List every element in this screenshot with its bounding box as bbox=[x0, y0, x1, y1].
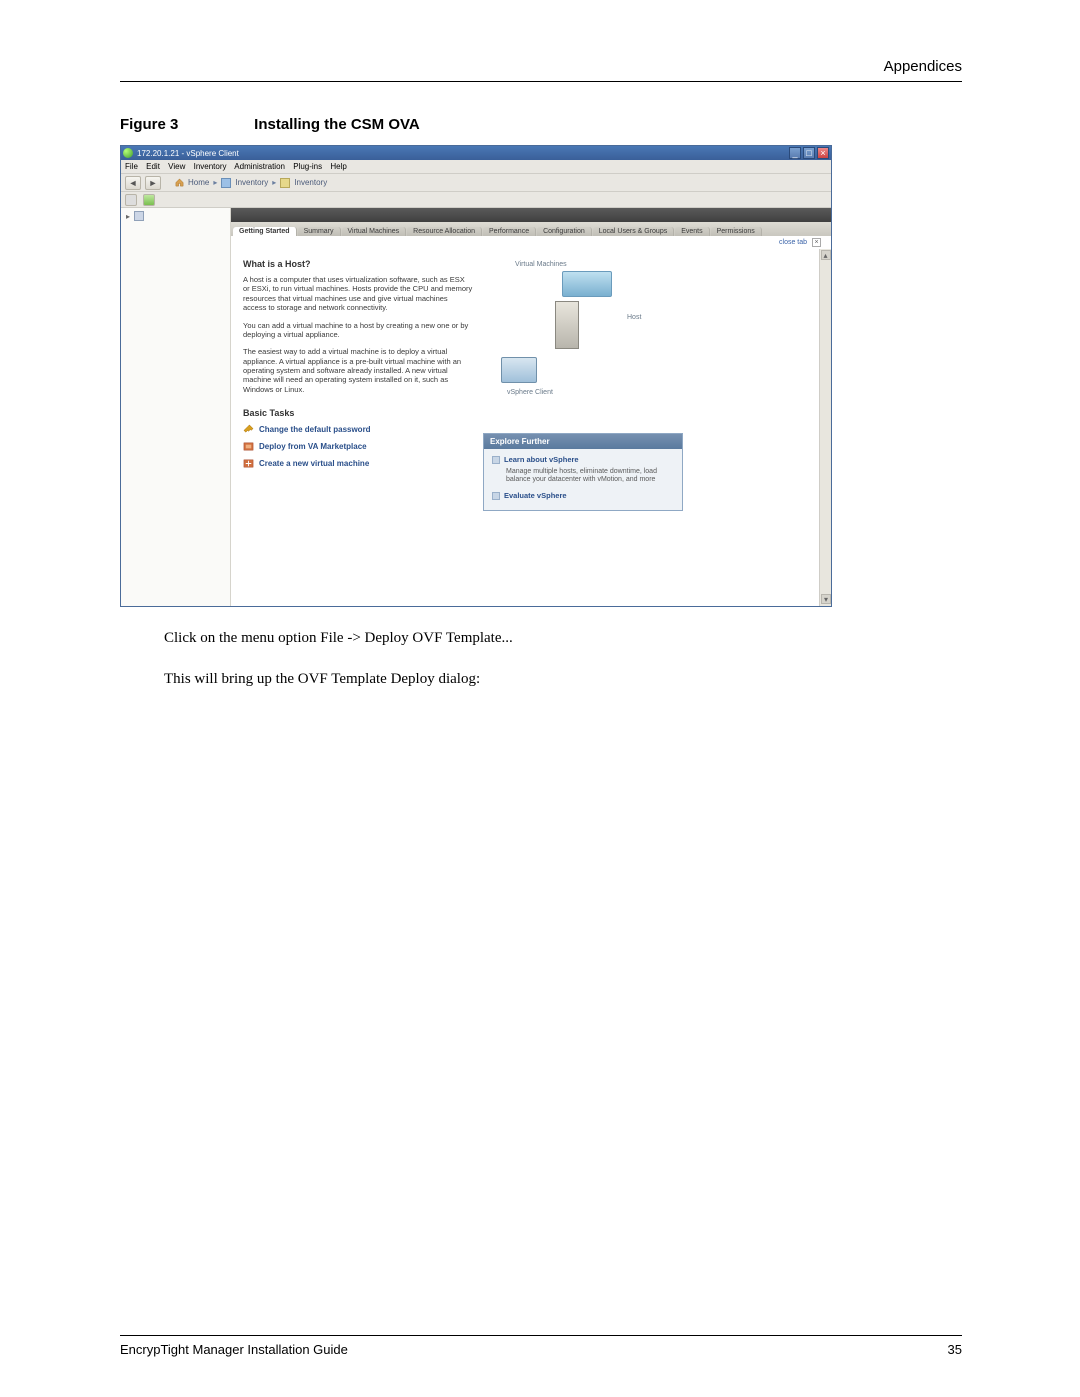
tab-row: Getting Started Summary Virtual Machines… bbox=[231, 222, 831, 236]
breadcrumb-sep-icon-2: ▸ bbox=[272, 178, 276, 187]
inventory-tree-panel: ▸ bbox=[121, 208, 231, 606]
figure-number: Figure 3 bbox=[120, 116, 250, 133]
menu-bar: File Edit View Inventory Administration … bbox=[121, 160, 831, 174]
breadcrumb-inventory-1[interactable]: Inventory bbox=[235, 178, 268, 187]
diagram-host-label: Host bbox=[627, 314, 641, 321]
figure-title: Installing the CSM OVA bbox=[254, 116, 420, 133]
object-header-bar bbox=[231, 208, 831, 222]
doc-icon bbox=[492, 456, 500, 464]
explore-evaluate-vsphere[interactable]: Evaluate vSphere bbox=[492, 491, 674, 500]
main-panel: Getting Started Summary Virtual Machines… bbox=[231, 208, 831, 606]
diagram-client-label: vSphere Client bbox=[507, 389, 553, 396]
explore-learn-vsphere-label: Learn about vSphere bbox=[504, 455, 579, 464]
toolbar-icon-1[interactable] bbox=[125, 194, 137, 206]
home-icon[interactable] bbox=[175, 178, 184, 187]
task-create-vm-label: Create a new virtual machine bbox=[259, 459, 369, 468]
menu-help[interactable]: Help bbox=[330, 162, 346, 171]
basic-tasks-heading: Basic Tasks bbox=[243, 408, 473, 418]
doc-icon-2 bbox=[492, 492, 500, 500]
close-button[interactable]: × bbox=[817, 147, 829, 159]
deploy-icon bbox=[243, 441, 254, 452]
instruction-paragraph-1: Click on the menu option File -> Deploy … bbox=[164, 627, 962, 650]
content-area: ▸ Getting Started Summary Virtual Machin… bbox=[121, 208, 831, 606]
nav-forward-button[interactable]: ► bbox=[145, 176, 161, 190]
tab-summary[interactable]: Summary bbox=[298, 227, 341, 236]
inventory-icon-2 bbox=[280, 178, 290, 188]
breadcrumb-sep-icon: ▸ bbox=[213, 178, 217, 187]
scroll-down-icon[interactable]: ▾ bbox=[821, 594, 831, 604]
tab-configuration[interactable]: Configuration bbox=[537, 227, 592, 236]
getting-started-body: What is a Host? A host is a computer tha… bbox=[231, 249, 831, 606]
tab-resource-allocation[interactable]: Resource Allocation bbox=[407, 227, 482, 236]
tab-virtual-machines[interactable]: Virtual Machines bbox=[342, 227, 407, 236]
tab-local-users-groups[interactable]: Local Users & Groups bbox=[593, 227, 674, 236]
page-header: Appendices bbox=[120, 58, 962, 75]
host-icon bbox=[134, 211, 144, 221]
footer-title: EncrypTight Manager Installation Guide bbox=[120, 1342, 348, 1357]
key-icon bbox=[243, 424, 254, 435]
breadcrumb-inventory-2[interactable]: Inventory bbox=[294, 178, 327, 187]
task-deploy-marketplace-label: Deploy from VA Marketplace bbox=[259, 442, 367, 451]
tab-permissions[interactable]: Permissions bbox=[711, 227, 762, 236]
gs-paragraph-1: A host is a computer that uses virtualiz… bbox=[243, 275, 473, 313]
breadcrumb-home[interactable]: Home bbox=[188, 178, 209, 187]
tree-toggle-icon[interactable]: ▸ bbox=[124, 212, 132, 221]
header-rule bbox=[120, 81, 962, 82]
window-titlebar: 172.20.1.21 - vSphere Client _ □ × bbox=[121, 146, 831, 160]
tab-getting-started[interactable]: Getting Started bbox=[233, 227, 297, 236]
breadcrumb: Home ▸ Inventory ▸ Inventory bbox=[165, 178, 327, 188]
menu-file[interactable]: File bbox=[125, 162, 138, 171]
explore-further-heading: Explore Further bbox=[484, 434, 682, 449]
menu-view[interactable]: View bbox=[168, 162, 185, 171]
vsphere-icon bbox=[123, 148, 133, 158]
gs-paragraph-2: You can add a virtual machine to a host … bbox=[243, 321, 473, 340]
minimize-button[interactable]: _ bbox=[789, 147, 801, 159]
vsphere-client-window: 172.20.1.21 - vSphere Client _ □ × File … bbox=[120, 145, 832, 607]
diagram-server-box bbox=[555, 301, 579, 349]
menu-plugins[interactable]: Plug-ins bbox=[293, 162, 322, 171]
tree-root-item[interactable]: ▸ bbox=[124, 211, 227, 221]
close-tab-row: close tab × bbox=[231, 236, 831, 249]
menu-inventory[interactable]: Inventory bbox=[194, 162, 227, 171]
nav-back-button[interactable]: ◄ bbox=[125, 176, 141, 190]
scroll-up-icon[interactable]: ▴ bbox=[821, 250, 831, 260]
page-footer: EncrypTight Manager Installation Guide 3… bbox=[120, 1335, 962, 1357]
task-deploy-marketplace[interactable]: Deploy from VA Marketplace bbox=[243, 441, 473, 452]
vertical-scrollbar[interactable]: ▴ ▾ bbox=[819, 249, 831, 606]
task-change-password[interactable]: Change the default password bbox=[243, 424, 473, 435]
menu-edit[interactable]: Edit bbox=[146, 162, 160, 171]
tab-performance[interactable]: Performance bbox=[483, 227, 536, 236]
diagram-vm-label: Virtual Machines bbox=[515, 261, 567, 268]
window-title: 172.20.1.21 - vSphere Client bbox=[137, 149, 239, 158]
close-tab-link[interactable]: close tab bbox=[779, 239, 807, 246]
menu-administration[interactable]: Administration bbox=[234, 162, 285, 171]
diagram-client-monitor bbox=[501, 357, 537, 383]
explore-evaluate-vsphere-label: Evaluate vSphere bbox=[504, 491, 567, 500]
explore-learn-vsphere[interactable]: Learn about vSphere bbox=[492, 455, 674, 464]
getting-started-right-column: Virtual Machines Host vSphere Client Exp… bbox=[483, 259, 819, 596]
diagram-vm-box bbox=[562, 271, 612, 297]
inventory-icon bbox=[221, 178, 231, 188]
figure-caption: Figure 3 Installing the CSM OVA bbox=[120, 116, 962, 133]
arrow-right-icon: ► bbox=[149, 178, 158, 188]
explore-further-box: Explore Further Learn about vSphere Mana… bbox=[483, 433, 683, 511]
arrow-left-icon: ◄ bbox=[129, 178, 138, 188]
body-text-block: Click on the menu option File -> Deploy … bbox=[164, 627, 962, 690]
maximize-button[interactable]: □ bbox=[803, 147, 815, 159]
new-vm-icon bbox=[243, 458, 254, 469]
navigation-toolbar: ◄ ► Home ▸ Inventory ▸ Inventory bbox=[121, 174, 831, 192]
getting-started-text-column: What is a Host? A host is a computer tha… bbox=[243, 259, 473, 596]
instruction-paragraph-2: This will bring up the OVF Template Depl… bbox=[164, 668, 962, 691]
host-diagram: Virtual Machines Host vSphere Client bbox=[487, 259, 677, 399]
tab-events[interactable]: Events bbox=[675, 227, 709, 236]
gs-heading: What is a Host? bbox=[243, 259, 473, 269]
explore-learn-vsphere-sub: Manage multiple hosts, eliminate downtim… bbox=[506, 468, 674, 485]
task-change-password-label: Change the default password bbox=[259, 425, 371, 434]
footer-page-number: 35 bbox=[948, 1342, 962, 1357]
secondary-toolbar bbox=[121, 192, 831, 208]
toolbar-icon-2[interactable] bbox=[143, 194, 155, 206]
gs-paragraph-3: The easiest way to add a virtual machine… bbox=[243, 347, 473, 394]
task-create-vm[interactable]: Create a new virtual machine bbox=[243, 458, 473, 469]
close-tab-x-icon[interactable]: × bbox=[812, 238, 821, 247]
